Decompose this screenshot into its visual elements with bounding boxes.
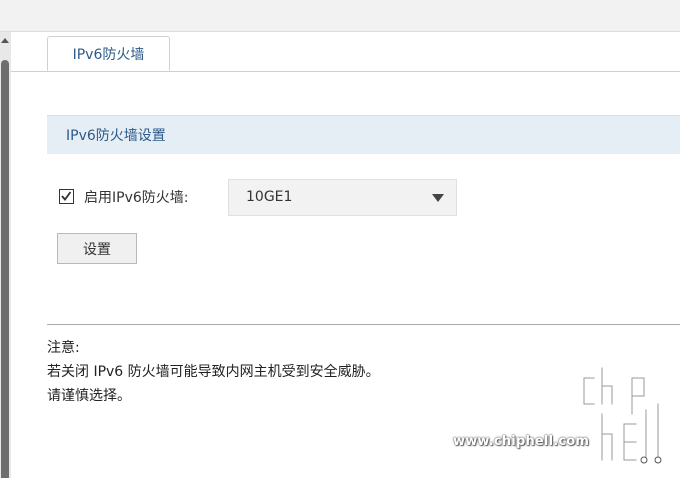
- watermark-site-text: www.chiphell.com: [453, 434, 590, 449]
- tab-ipv6-firewall[interactable]: IPv6防火墙: [47, 36, 170, 71]
- checkmark-icon: [61, 191, 72, 201]
- notes-title: 注意:: [47, 340, 80, 356]
- set-button[interactable]: 设置: [57, 233, 137, 264]
- chiphell-logo-icon: [582, 366, 662, 464]
- scroll-up-arrow-icon[interactable]: [1, 38, 9, 43]
- dropdown-arrow-icon: [432, 194, 444, 202]
- enable-firewall-checkbox[interactable]: [59, 189, 74, 204]
- enable-firewall-label: 启用IPv6防火墙:: [84, 190, 189, 206]
- interface-select-value: 10GE1: [246, 189, 293, 205]
- scrollbar-thumb[interactable]: [1, 60, 9, 478]
- interface-select[interactable]: 10GE1: [228, 179, 457, 216]
- notes-line-1: 若关闭 IPv6 防火墙可能导致内网主机受到安全威胁。: [47, 364, 380, 380]
- notes-block: 注意: 若关闭 IPv6 防火墙可能导致内网主机受到安全威胁。 请谨慎选择。: [47, 336, 380, 408]
- tab-label: IPv6防火墙: [72, 46, 145, 63]
- top-bar: [0, 0, 680, 32]
- section-title: IPv6防火墙设置: [66, 128, 166, 144]
- tab-strip-border: [11, 71, 680, 72]
- notes-line-2: 请谨慎选择。: [47, 388, 131, 404]
- divider: [47, 324, 680, 325]
- section-header: IPv6防火墙设置: [47, 115, 680, 154]
